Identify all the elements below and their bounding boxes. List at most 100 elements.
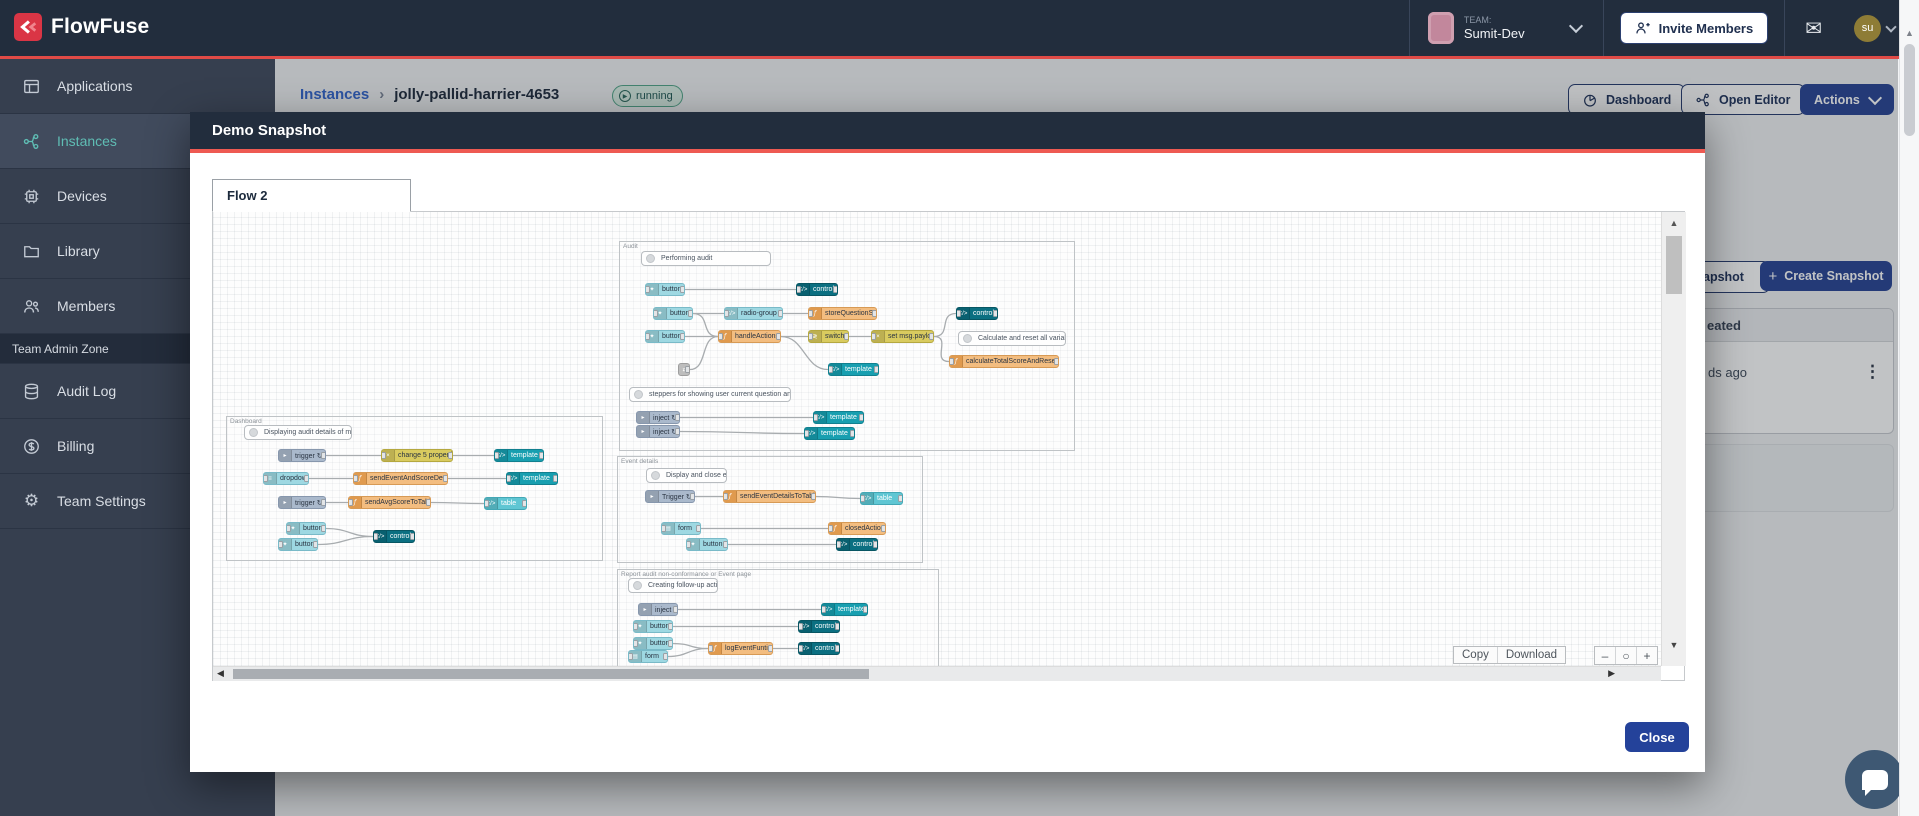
comment-icon	[651, 471, 660, 480]
scrollbar-thumb[interactable]	[1666, 236, 1682, 294]
page-scrollbar[interactable]: ▲	[1899, 0, 1919, 816]
comment-icon	[249, 428, 258, 437]
canvas-vertical-scrollbar[interactable]: ▲ ▼	[1661, 212, 1686, 666]
flow-node-trigger-[interactable]: ▸ trigger ↻	[278, 449, 326, 462]
mail-icon[interactable]: ✉	[1805, 16, 1822, 41]
sidebar-item-applications[interactable]: Applications	[0, 59, 275, 114]
flow-node-inject-[interactable]: ▸ inject ↻	[636, 411, 680, 424]
flow-node-button[interactable]: ✦ button	[286, 522, 326, 535]
flow-node-template[interactable]: </> template	[813, 411, 864, 424]
flow-node-storequestionscore[interactable]: ƒstoreQuestionScore	[808, 307, 877, 320]
flow-node-closedaction[interactable]: ƒ closedAction	[828, 522, 886, 535]
top-navbar: FlowFuse TEAM: Sumit-Dev Invite Members …	[0, 0, 1919, 59]
flow-node-steppers-for-showing-user-current-question-and-group[interactable]: steppers for showing user current questi…	[629, 387, 791, 402]
flow-node-control[interactable]: </> control	[796, 283, 838, 296]
copy-button[interactable]: Copy	[1454, 647, 1498, 663]
divider	[1602, 0, 1604, 56]
flow-node-button[interactable]: ✦ button	[653, 307, 693, 320]
inject-node-icon: ▸	[639, 604, 652, 615]
flow-node-control[interactable]: </> control	[798, 642, 840, 655]
scrollbar-thumb[interactable]	[1904, 44, 1915, 136]
scroll-up-icon[interactable]: ▲	[1900, 28, 1919, 38]
zoom-in-button[interactable]: +	[1637, 647, 1657, 664]
flow-node-display-and-close-events[interactable]: Display and close events	[646, 468, 727, 483]
team-name: Sumit-Dev	[1463, 26, 1525, 41]
zoom-reset-button[interactable]: ○	[1616, 647, 1637, 664]
flow-node-sendavgscoretotable[interactable]: ƒ sendAvgScoreToTable	[348, 496, 431, 509]
flow-node-button[interactable]: ✦ button	[633, 620, 673, 633]
library-icon	[24, 245, 39, 257]
flow-node-template[interactable]: </> template	[506, 472, 558, 485]
team-avatar	[1427, 12, 1454, 44]
flow-node-handleactions[interactable]: ƒ handleActions	[718, 330, 781, 343]
chevron-down-icon	[1568, 18, 1583, 34]
flow-node-trigger-[interactable]: ▸ trigger ↻	[278, 496, 326, 509]
close-button[interactable]: Close	[1625, 722, 1689, 752]
applications-icon	[24, 79, 39, 93]
team-selector[interactable]: TEAM: Sumit-Dev	[1410, 0, 1603, 56]
preview-actions: Copy Download	[1453, 646, 1567, 664]
flow-node-template[interactable]: </> template	[821, 603, 868, 616]
flow-node-creating-follow-up-action[interactable]: Creating follow-up action	[628, 578, 718, 593]
flow-node-form[interactable]: ▤ form	[661, 522, 701, 535]
flow-node-table[interactable]: </> table	[484, 497, 527, 510]
zoom-out-button[interactable]: –	[1595, 647, 1616, 664]
invite-members-button[interactable]: Invite Members	[1619, 12, 1769, 44]
flow-node-control[interactable]: </> control	[798, 620, 840, 633]
flow-node-button[interactable]: ✦ button	[633, 637, 673, 650]
flow-node-dropdown[interactable]: ≡ dropdown	[263, 472, 309, 485]
flow-node-switch[interactable]: ≷ switch	[808, 330, 849, 343]
tab-flow-2[interactable]: Flow 2	[212, 179, 411, 212]
sidebar-item-label: Library	[57, 243, 100, 259]
comment-icon	[646, 254, 655, 263]
group-label: Event details	[621, 458, 659, 465]
members-icon	[24, 299, 39, 312]
comment-icon	[963, 334, 972, 343]
flow-node-button[interactable]: ✦ button	[645, 330, 685, 343]
flow-node-template[interactable]: </> template	[804, 427, 855, 440]
flow-node-button[interactable]: ✦ button	[686, 538, 728, 551]
flow-node-logeventfuntion[interactable]: ƒ logEventFuntion	[708, 642, 773, 655]
scroll-up-icon[interactable]: ▲	[1662, 218, 1686, 228]
sidebar-item-label: Devices	[57, 188, 107, 204]
flow-node-calculate-and-reset-all-variable[interactable]: Calculate and reset all variable	[958, 331, 1066, 346]
flow-node-calculatetotalscoreandresetaudit[interactable]: ƒcalculateTotalScoreAndResetAudit	[949, 355, 1059, 368]
flow-node-link[interactable]: ⇄	[678, 363, 690, 376]
flow-node-control[interactable]: </> control	[956, 307, 998, 320]
group-label: Audit	[623, 243, 638, 250]
flow-grid: Audit Dashboard Event details Report audit …	[213, 212, 1661, 666]
flow-node-template[interactable]: </> template	[494, 449, 544, 462]
flow-node-template[interactable]: </> template	[828, 363, 879, 376]
download-button[interactable]: Download	[1498, 647, 1565, 663]
flowfuse-logo[interactable]: FlowFuse	[14, 13, 149, 41]
flow-node-control[interactable]: </> control	[836, 538, 878, 551]
sidebar-item-label: Team Settings	[57, 493, 146, 509]
scroll-right-icon[interactable]: ▶	[1608, 668, 1615, 679]
flow-node-performing-audit[interactable]: Performing audit	[641, 251, 771, 266]
comment-icon	[634, 390, 643, 399]
inject-node-icon: ▸	[279, 450, 292, 461]
flow-node-trigger-[interactable]: ▸ Trigger ↻	[645, 490, 695, 503]
flow-node-form[interactable]: ▤ form	[628, 650, 668, 663]
sidebar-item-label: Billing	[57, 438, 95, 454]
flow-node-change-5-properties[interactable]: ×change 5 properties	[381, 449, 453, 462]
flow-node-button[interactable]: ✦ button	[645, 283, 685, 296]
flow-node-inject-[interactable]: ▸ inject ↻	[636, 425, 680, 438]
flow-node-radio-group[interactable]: </> radio-group	[724, 307, 783, 320]
flow-node-control[interactable]: </> control	[373, 530, 415, 543]
flow-node-sendeventdetailstotable[interactable]: ƒ sendEventDetailsToTable	[723, 490, 816, 503]
flow-node-button[interactable]: ✦ button	[278, 538, 318, 551]
scroll-left-icon[interactable]: ◀	[217, 668, 224, 679]
brand-name: FlowFuse	[51, 15, 150, 38]
sidebar-item-label: Audit Log	[57, 383, 117, 399]
flow-node-table[interactable]: </> table	[860, 492, 903, 505]
canvas-horizontal-scrollbar[interactable]: ◀ ▶	[213, 666, 1661, 681]
scrollbar-thumb[interactable]	[233, 669, 869, 679]
flow-node-set-msg-payload[interactable]: × set msg.payload	[871, 330, 934, 343]
scroll-down-icon[interactable]: ▼	[1662, 640, 1686, 650]
flow-node-inject-[interactable]: ▸ inject ↻	[638, 603, 678, 616]
flow-node-sendeventandscoredetails[interactable]: ƒ sendEventAndScoreDetails	[353, 472, 448, 485]
chat-widget-button[interactable]	[1845, 750, 1904, 809]
user-avatar[interactable]: su	[1854, 14, 1881, 42]
flow-node-displaying-audit-details-of-month[interactable]: Displaying audit details of month	[244, 425, 352, 440]
